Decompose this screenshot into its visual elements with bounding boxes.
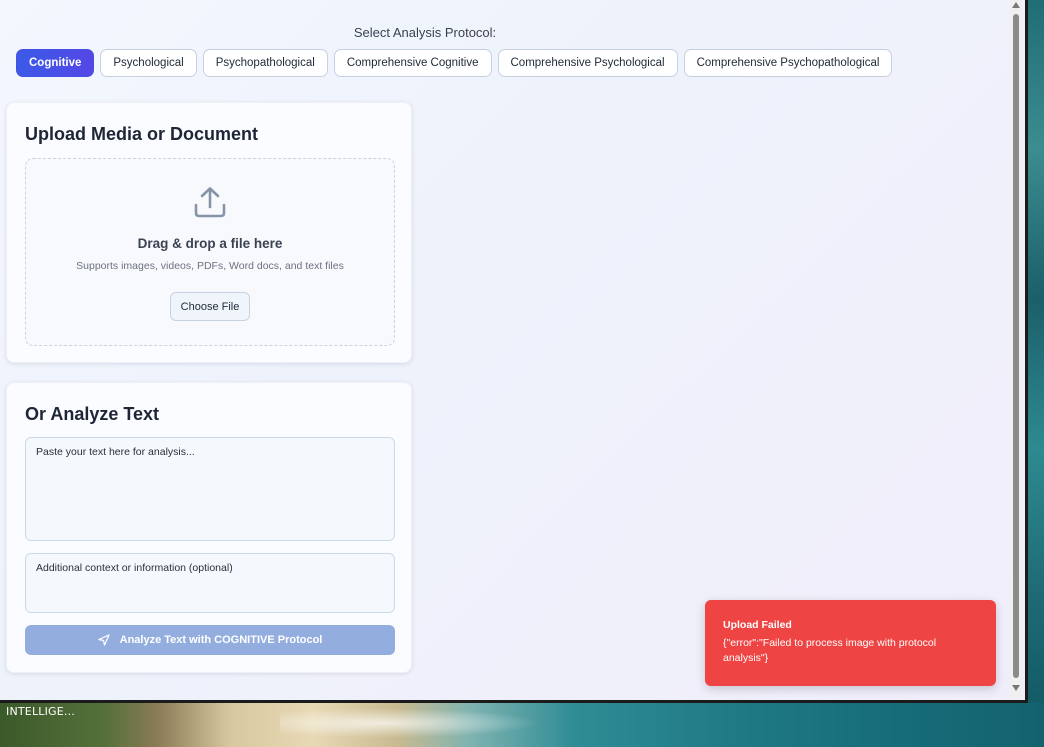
analyze-text-button[interactable]: Analyze Text with COGNITIVE Protocol [25,625,395,655]
wallpaper-surf [280,708,540,738]
tab-psychological[interactable]: Psychological [100,49,197,77]
scroll-down-icon[interactable] [1012,685,1020,691]
tab-comprehensive-cognitive[interactable]: Comprehensive Cognitive [333,49,492,77]
taskbar-window-label[interactable]: INTELLIGE... [6,705,75,718]
analyze-button-label: Analyze Text with COGNITIVE Protocol [119,634,323,646]
tab-cognitive[interactable]: Cognitive [16,49,95,77]
protocol-tabs: Cognitive Psychological Psychopathologic… [16,49,893,77]
desktop-wallpaper-right [1028,0,1044,747]
choose-file-button[interactable]: Choose File [170,292,250,321]
analysis-text-input[interactable] [25,437,395,541]
upload-card-title: Upload Media or Document [25,124,259,144]
dropzone-subtitle: Supports images, videos, PDFs, Word docs… [76,260,344,272]
protocol-heading: Select Analysis Protocol: [353,25,497,40]
send-icon [98,634,110,646]
scroll-thumb[interactable] [1013,14,1019,678]
tab-comprehensive-psychopathological[interactable]: Comprehensive Psychopathological [683,49,893,77]
file-dropzone[interactable]: Drag & drop a file here Supports images,… [25,158,395,346]
text-card-title: Or Analyze Text [25,404,160,424]
scroll-up-icon[interactable] [1012,2,1020,8]
error-toast[interactable]: Upload Failed {"error":"Failed to proces… [705,600,996,686]
upload-icon [194,187,226,218]
tab-comprehensive-psychological[interactable]: Comprehensive Psychological [497,49,678,77]
dropzone-title: Drag & drop a file here [137,236,283,251]
tab-psychopathological[interactable]: Psychopathological [202,49,328,77]
text-analysis-card: Or Analyze Text Analyze Text with COGNIT… [6,382,412,673]
toast-title: Upload Failed [723,619,792,631]
context-input[interactable] [25,553,395,613]
upload-card: Upload Media or Document Drag & drop a f… [6,102,412,363]
vertical-scrollbar[interactable] [1010,0,1022,698]
app-window: Select Analysis Protocol: Cognitive Psyc… [0,0,1028,703]
toast-message: {"error":"Failed to process image with p… [723,637,937,664]
